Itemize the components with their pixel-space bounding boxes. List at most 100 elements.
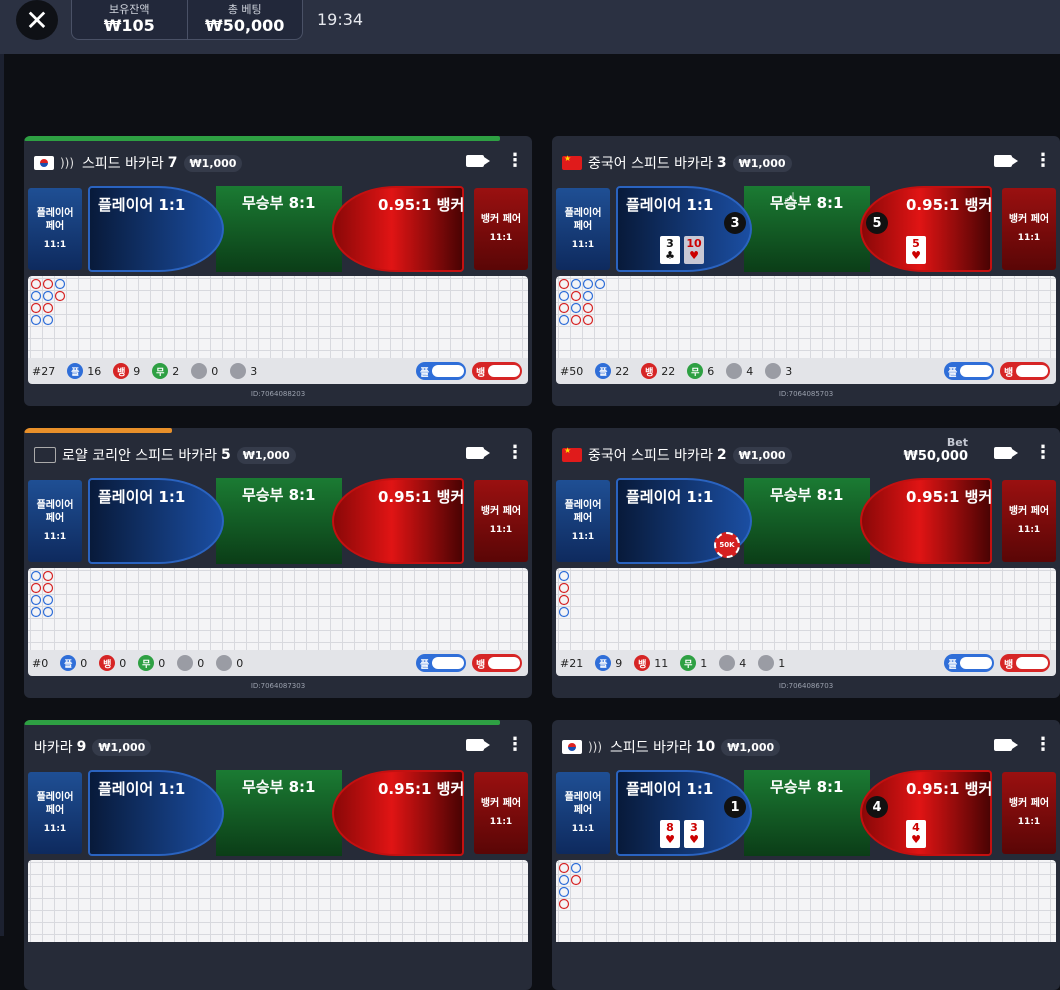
table-card[interactable]: 중국어 스피드 바카라2 ₩1,000 Bet₩50,000 ⋮ 플레이어 페어 11:1… xyxy=(552,428,1060,698)
player-pair-button[interactable]: 플레이어 페어 11:1 xyxy=(28,480,82,562)
more-options-icon[interactable]: ⋮ xyxy=(506,444,524,462)
banker-button[interactable]: 0.95:1 뱅커 xyxy=(860,478,992,564)
tie-count: 무0 xyxy=(138,655,165,671)
more-options-icon[interactable]: ⋮ xyxy=(506,736,524,754)
tie-button[interactable]: 무승부 8:1 xyxy=(744,478,870,564)
bead-mark xyxy=(582,278,594,290)
video-camera-icon[interactable] xyxy=(466,739,490,751)
bead-mark xyxy=(54,278,66,290)
table-card[interactable]: ))) 스피드 바카라 7 ₩1,000 ⋮ 플레이어 페어 11:1 무승부 8:1 플레이어… xyxy=(24,136,532,406)
tie-count: 무1 xyxy=(680,655,707,671)
player-button[interactable]: 플레이어 1:1 xyxy=(88,478,224,564)
banker-pair-button[interactable]: 뱅커 페어 11:1 xyxy=(474,188,528,270)
banker-pair-button[interactable]: 뱅커 페어 11:1 xyxy=(1002,188,1056,270)
table-number: 5 xyxy=(221,447,231,463)
card-value: 3 xyxy=(666,237,674,250)
player-predict-toggle[interactable]: 플 xyxy=(416,362,466,380)
video-camera-icon[interactable] xyxy=(994,155,1018,167)
round-count: #27 xyxy=(32,365,55,378)
banker-score: 5 xyxy=(866,212,888,234)
table-card[interactable]: ))) 스피드 바카라 10 ₩1,000 ⋮ 플레이어 페어 11:1 무승부 8:1 플레이… xyxy=(552,720,1060,990)
min-limit-badge: ₩1,000 xyxy=(236,446,296,464)
total-bet-label: 총 베팅 xyxy=(227,3,262,16)
video-camera-icon[interactable] xyxy=(466,447,490,459)
bead-mark xyxy=(42,302,54,314)
player-predict-toggle[interactable]: 플 xyxy=(944,362,994,380)
table-card[interactable]: 중국어 스피드 바카라3₩1,000⋮플레이어 페어11:1무승부 8:1플레이… xyxy=(552,136,1060,406)
banker-button[interactable]: 0.95:1 뱅커 xyxy=(332,478,464,564)
player-pair-label: 플레이어 페어 xyxy=(564,499,602,524)
player-pair-odds: 11:1 xyxy=(43,823,67,834)
player-button[interactable]: 플레이어 1:1 3 3 ♣ 10 ♥ xyxy=(616,186,752,272)
banker-predict-label: 뱅 xyxy=(1004,367,1014,379)
banker-count: 뱅0 xyxy=(99,655,126,671)
tie-button[interactable]: 무승부 8:1 xyxy=(216,186,342,272)
close-icon[interactable]: ✕ xyxy=(16,0,58,40)
bead-mark xyxy=(558,886,570,898)
player-button[interactable]: 플레이어 1:1 xyxy=(88,770,224,856)
banker-button[interactable]: 0.95:1 뱅커 xyxy=(332,770,464,856)
player-pair-button[interactable]: 플레이어 페어 11:1 xyxy=(556,188,610,270)
banker-pair-label: 뱅커 페어 xyxy=(1008,506,1050,517)
banker-pair-button[interactable]: 뱅커 페어 11:1 xyxy=(1002,772,1056,854)
bet-area: 플레이어 페어 11:1 무승부 8:1 플레이어 1:1 0.95:1 뱅커 뱅커 페어… xyxy=(28,186,528,272)
table-card[interactable]: 바카라 9 ₩1,000 ⋮ 플레이어 페어 11:1 무승부 8:1 플레이어 1:1 0.9… xyxy=(24,720,532,990)
player-pair-button[interactable]: 플레이어 페어 11:1 xyxy=(556,480,610,562)
card-value: 3 xyxy=(690,821,698,834)
more-options-icon[interactable]: ⋮ xyxy=(1034,444,1052,462)
banker-pair-button[interactable]: 뱅커 페어 11:1 xyxy=(1002,480,1056,562)
tie-button[interactable]: 무승부 8:1 xyxy=(216,478,342,564)
video-camera-icon[interactable] xyxy=(466,155,490,167)
banker-pair-button[interactable]: 뱅커 페어 11:1 xyxy=(474,480,528,562)
bead-mark xyxy=(30,302,42,314)
more-options-icon[interactable]: ⋮ xyxy=(1034,736,1052,754)
banker-button[interactable]: 0.95:1 뱅커 5 5 ♥ xyxy=(860,186,992,272)
predict-icons xyxy=(488,365,521,377)
table-id: ID:7064087303 xyxy=(250,682,306,690)
banker-button[interactable]: 0.95:1 뱅커 xyxy=(332,186,464,272)
bead-mark xyxy=(30,290,42,302)
player-pair-dot-icon xyxy=(719,655,736,671)
bead-mark xyxy=(558,278,570,290)
more-options-icon[interactable]: ⋮ xyxy=(506,152,524,170)
tie-button[interactable]: 무승부 8:1 xyxy=(216,770,342,856)
player-button[interactable]: 플레이어 1:1 xyxy=(88,186,224,272)
min-limit-badge: ₩1,000 xyxy=(732,154,792,172)
banker-card: 4 ♥ xyxy=(906,820,926,848)
player-predict-toggle[interactable]: 플 xyxy=(416,654,466,672)
player-button[interactable]: 플레이어 1:1 50K xyxy=(616,478,752,564)
player-pair-button[interactable]: 플레이어 페어 11:1 xyxy=(28,188,82,270)
table-actions: ⋮ xyxy=(994,736,1052,754)
bead-mark xyxy=(42,278,54,290)
table-actions: ⋮ xyxy=(994,152,1052,170)
round-number: #27 xyxy=(32,364,56,378)
banker-predict-toggle[interactable]: 뱅 xyxy=(1000,654,1050,672)
banker-button[interactable]: 0.95:1 뱅커 4 4 ♥ xyxy=(860,770,992,856)
player-pair-count: 0 xyxy=(191,363,218,379)
banker-predict-toggle[interactable]: 뱅 xyxy=(472,654,522,672)
player-card: 8 ♥ xyxy=(660,820,680,848)
banker-pair-button[interactable]: 뱅커 페어 11:1 xyxy=(474,772,528,854)
bead-mark xyxy=(582,314,594,326)
bet-chip-icon: 50K xyxy=(714,532,740,558)
tie-button[interactable]: 무승부 8:1 xyxy=(744,186,870,272)
player-pair-button[interactable]: 플레이어 페어 11:1 xyxy=(556,772,610,854)
bead-mark xyxy=(558,582,570,594)
tie-button[interactable]: 무승부 8:1 xyxy=(744,770,870,856)
banker-predict-toggle[interactable]: 뱅 xyxy=(1000,362,1050,380)
table-card[interactable]: 로얄 코리안 스피드 바카라 5 ₩1,000 ⋮ 플레이어 페어 11:1 무승부 8:1… xyxy=(24,428,532,698)
more-options-icon[interactable]: ⋮ xyxy=(1034,152,1052,170)
player-pair-label: 플레이어 페어 xyxy=(36,207,74,232)
hand-cursor-icon: ☝ xyxy=(784,188,797,212)
round-count: #50 xyxy=(560,365,583,378)
predict-icons xyxy=(488,657,521,669)
player-button[interactable]: 플레이어 1:1 1 8 ♥ 3 ♥ xyxy=(616,770,752,856)
player-card: 3 ♣ xyxy=(660,236,680,264)
banker-pair-count-value: 0 xyxy=(236,656,244,670)
banker-predict-toggle[interactable]: 뱅 xyxy=(472,362,522,380)
video-camera-icon[interactable] xyxy=(994,447,1018,459)
player-predict-toggle[interactable]: 플 xyxy=(944,654,994,672)
player-pair-button[interactable]: 플레이어 페어 11:1 xyxy=(28,772,82,854)
video-camera-icon[interactable] xyxy=(994,739,1018,751)
banker-count-value: 11 xyxy=(654,656,669,670)
